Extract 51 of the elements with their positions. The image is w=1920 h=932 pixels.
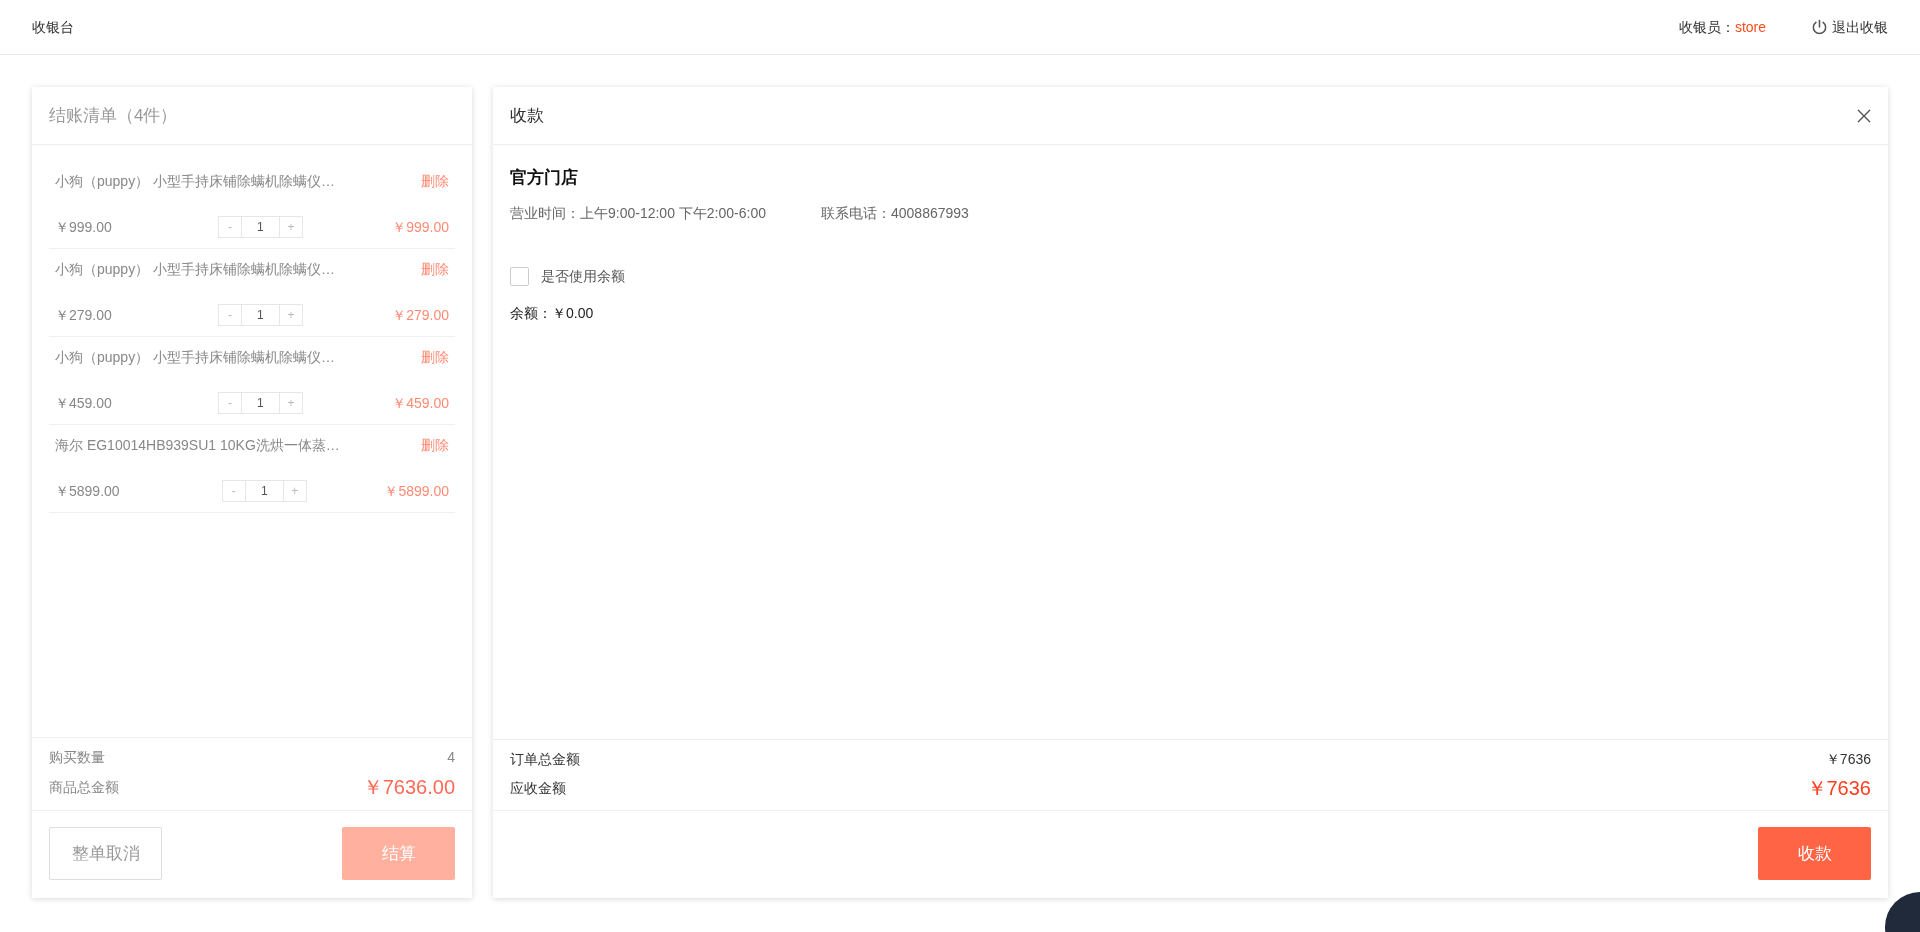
summary-label: 商品总金额 <box>49 777 119 797</box>
delete-link[interactable]: 删除 <box>421 347 449 368</box>
unit-price: ￥5899.00 <box>55 481 120 501</box>
subtotal: ￥279.00 <box>391 305 449 325</box>
delete-link[interactable]: 删除 <box>421 259 449 280</box>
summary-value: 4 <box>447 747 455 767</box>
unit-price: ￥279.00 <box>55 305 112 325</box>
decrement-button[interactable]: - <box>218 393 241 413</box>
summary-value: ￥7636.00 <box>362 775 455 800</box>
subtotal: ￥459.00 <box>391 393 449 413</box>
delete-link[interactable]: 删除 <box>421 171 449 192</box>
summary-label: 购买数量 <box>49 747 105 767</box>
decrement-button[interactable]: - <box>218 217 241 237</box>
close-icon <box>1857 108 1871 123</box>
power-icon <box>1811 18 1828 36</box>
increment-button[interactable]: + <box>283 481 306 501</box>
balance-text: 余额：￥0.00 <box>510 303 595 323</box>
increment-button[interactable]: + <box>279 393 302 413</box>
subtotal: ￥999.00 <box>391 217 449 237</box>
use-balance-checkbox[interactable]: 是否使用余额 <box>510 265 1871 287</box>
product-name: 小狗（puppy） 小型手持床铺除螨机除螨仪… <box>55 260 336 279</box>
cancel-order-button[interactable]: 整单取消 <box>49 827 162 880</box>
unit-price: ￥999.00 <box>55 217 112 237</box>
business-hours: 营业时间：上午9:00-12:00 下午2:00-6:00 <box>510 203 766 223</box>
cart-title: 结账清单（4件） <box>49 104 178 127</box>
increment-button[interactable]: + <box>279 305 302 325</box>
quantity-field[interactable]: 1 <box>244 481 284 501</box>
close-button[interactable] <box>1857 108 1871 123</box>
logout-link[interactable]: 退出收银 <box>1811 16 1888 38</box>
total-value: ￥7636 <box>1806 776 1871 801</box>
total-value: ￥7636 <box>1825 749 1871 769</box>
decrement-button[interactable]: - <box>218 305 241 325</box>
payment-title: 收款 <box>510 104 544 127</box>
decrement-button[interactable]: - <box>222 481 245 501</box>
product-name: 海尔 EG10014HB939SU1 10KG洗烘一体蒸… <box>55 436 340 455</box>
store-name: 官方门店 <box>510 167 579 189</box>
increment-button[interactable]: + <box>279 217 302 237</box>
total-label: 订单总金额 <box>510 749 580 769</box>
product-name: 小狗（puppy） 小型手持床铺除螨机除螨仪… <box>55 172 336 191</box>
cashier-info: 收银员：store <box>1678 17 1766 37</box>
total-label: 应收金额 <box>510 778 566 798</box>
subtotal: ￥5899.00 <box>383 481 449 501</box>
page-title: 收银台 <box>32 17 74 37</box>
quantity-field[interactable]: 1 <box>240 217 280 237</box>
collect-payment-button[interactable]: 收款 <box>1758 827 1871 880</box>
contact-phone: 联系电话：4008867993 <box>821 203 969 223</box>
delete-link[interactable]: 删除 <box>421 435 449 456</box>
quantity-field[interactable]: 1 <box>240 393 280 413</box>
unit-price: ￥459.00 <box>55 393 112 413</box>
product-name: 小狗（puppy） 小型手持床铺除螨机除螨仪… <box>55 348 336 367</box>
quantity-field[interactable]: 1 <box>240 305 280 325</box>
